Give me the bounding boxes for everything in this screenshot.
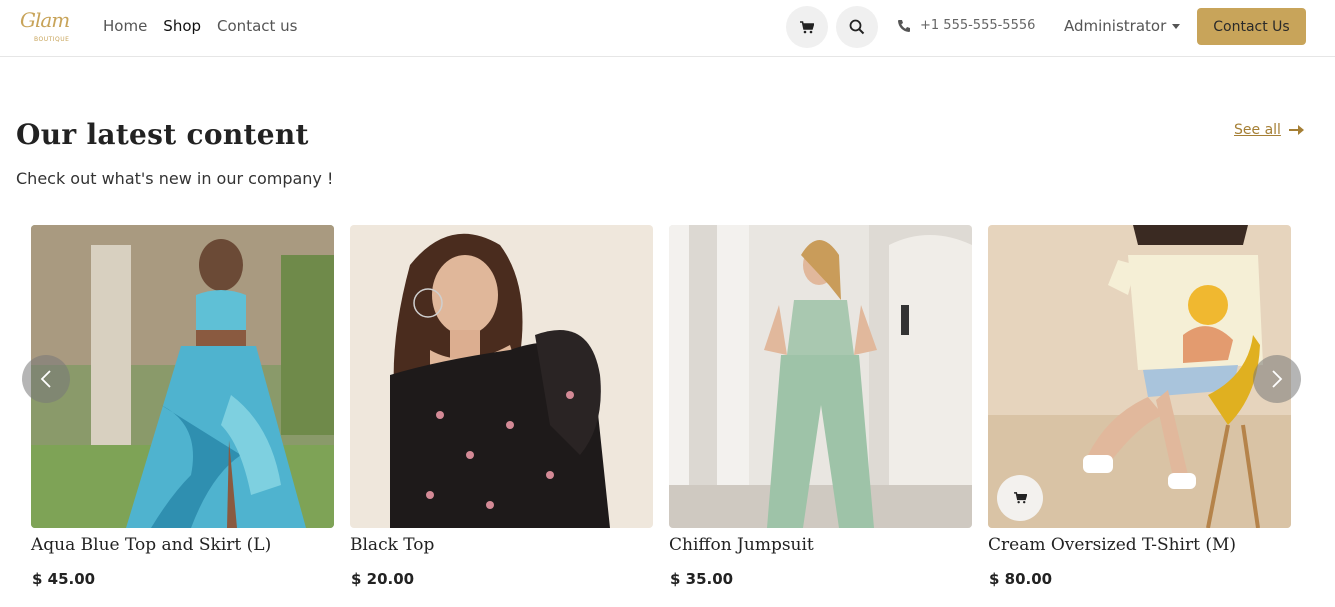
nav-home[interactable]: Home bbox=[103, 17, 147, 35]
section-subtitle: Check out what's new in our company ! bbox=[16, 169, 334, 188]
site-header: Glam BOUTIQUE Home Shop Contact us +1 55… bbox=[0, 0, 1335, 57]
product-image[interactable] bbox=[988, 225, 1291, 528]
cart-icon bbox=[800, 20, 814, 33]
carousel-prev-button[interactable] bbox=[22, 355, 70, 403]
nav-shop[interactable]: Shop bbox=[163, 17, 201, 35]
arrow-right-icon bbox=[1288, 125, 1304, 135]
product-price: $ 35.00 bbox=[670, 570, 734, 588]
product-name[interactable]: Cream Oversized T-Shirt (M) bbox=[988, 535, 1236, 555]
contact-us-button[interactable]: Contact Us bbox=[1197, 8, 1306, 45]
product-card[interactable]: Chiffon Jumpsuit $ 35.00 bbox=[669, 225, 972, 588]
logo-sub: BOUTIQUE bbox=[34, 36, 70, 43]
product-name[interactable]: Aqua Blue Top and Skirt (L) bbox=[31, 535, 271, 555]
product-name[interactable]: Black Top bbox=[350, 535, 434, 555]
phone-icon bbox=[898, 19, 910, 32]
see-all-link[interactable]: See all bbox=[1234, 122, 1305, 138]
user-menu[interactable]: Administrator bbox=[1064, 17, 1181, 35]
carousel-next-button[interactable] bbox=[1253, 355, 1301, 403]
product-price: $ 20.00 bbox=[351, 570, 415, 588]
search-button[interactable] bbox=[836, 6, 878, 48]
product-card[interactable]: Aqua Blue Top and Skirt (L) $ 45.00 bbox=[31, 225, 334, 588]
product-card[interactable]: Black Top $ 20.00 bbox=[350, 225, 653, 588]
product-image[interactable] bbox=[350, 225, 653, 528]
product-name[interactable]: Chiffon Jumpsuit bbox=[669, 535, 814, 555]
search-icon bbox=[849, 19, 865, 35]
chevron-down-icon bbox=[1172, 23, 1181, 29]
product-card[interactable]: Cream Oversized T-Shirt (M) $ 80.00 bbox=[988, 225, 1291, 588]
user-name: Administrator bbox=[1064, 17, 1167, 35]
cart-icon bbox=[1013, 492, 1027, 504]
cart-button[interactable] bbox=[786, 6, 828, 48]
brand-logo[interactable]: Glam BOUTIQUE bbox=[20, 8, 70, 48]
product-price: $ 45.00 bbox=[32, 570, 96, 588]
phone-number: +1 555-555-5556 bbox=[920, 18, 1036, 33]
logo-script: Glam bbox=[20, 8, 70, 32]
see-all-label: See all bbox=[1234, 122, 1281, 138]
main-nav: Home Shop Contact us bbox=[103, 17, 297, 35]
section-title: Our latest content bbox=[16, 118, 309, 151]
product-image[interactable] bbox=[669, 225, 972, 528]
product-price: $ 80.00 bbox=[989, 570, 1053, 588]
chevron-left-icon bbox=[40, 370, 51, 388]
nav-contact[interactable]: Contact us bbox=[217, 17, 297, 35]
add-to-cart-button[interactable] bbox=[997, 475, 1043, 521]
phone-contact[interactable]: +1 555-555-5556 bbox=[897, 18, 1035, 33]
product-image[interactable] bbox=[31, 225, 334, 528]
chevron-right-icon bbox=[1272, 370, 1283, 388]
